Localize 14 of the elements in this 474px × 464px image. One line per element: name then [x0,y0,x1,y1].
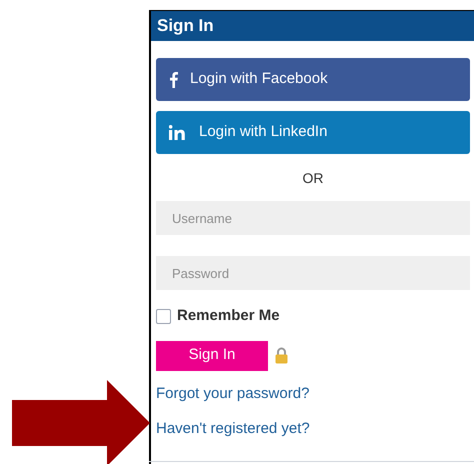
password-field[interactable]: Password [156,256,470,290]
facebook-icon [169,71,178,88]
username-field[interactable]: Username [156,201,470,235]
remember-me-checkbox[interactable] [156,308,171,324]
linkedin-login-button[interactable]: Login with LinkedIn [156,111,470,154]
forgot-password-link[interactable]: Forgot your password? [156,382,310,405]
register-link[interactable]: Haven't registered yet? [156,418,310,440]
linkedin-icon [169,125,187,140]
remember-me-label: Remember Me [177,306,280,326]
padlock-icon [275,347,288,364]
facebook-login-button[interactable]: Login with Facebook [156,58,470,101]
panel-title: Sign In [157,15,214,38]
or-separator: OR [302,169,324,188]
sign-in-button[interactable]: Sign In [156,340,268,370]
